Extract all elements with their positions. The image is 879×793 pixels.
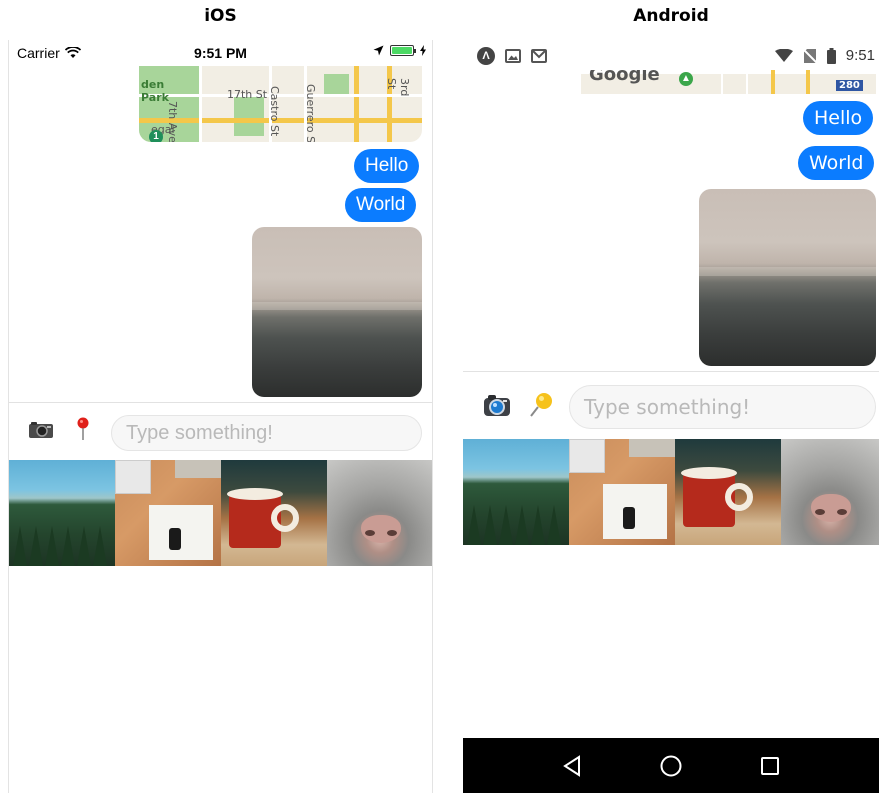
pin-icon[interactable] bbox=[527, 390, 555, 420]
map-message[interactable]: den Park 7th Ave 17th St Castro St Guerr… bbox=[139, 66, 422, 142]
photo-thumb[interactable] bbox=[463, 439, 569, 545]
message-input[interactable]: Type something! bbox=[111, 415, 422, 451]
photo-strip bbox=[9, 460, 432, 566]
charging-icon bbox=[420, 45, 426, 56]
battery-icon bbox=[390, 45, 416, 56]
android-title: Android bbox=[633, 6, 709, 26]
photo-strip bbox=[463, 439, 879, 545]
ios-phone: Carrier 9:51 PM den Park 7th Ave 17th St… bbox=[8, 40, 433, 793]
camera-icon[interactable] bbox=[27, 417, 55, 443]
photo-thumb[interactable] bbox=[569, 439, 675, 545]
ios-clock: 9:51 PM bbox=[194, 45, 247, 61]
message-bubble[interactable]: Hello bbox=[803, 101, 874, 135]
android-nav-bar bbox=[463, 738, 879, 793]
route-sign: 1 bbox=[149, 130, 163, 142]
message-bubble[interactable]: Hello bbox=[354, 149, 420, 183]
mail-notification-icon bbox=[531, 49, 547, 63]
app-notification-icon: Λ bbox=[477, 47, 495, 65]
route-sign: 280 bbox=[836, 80, 863, 91]
photo-thumb[interactable] bbox=[221, 460, 327, 566]
battery-icon bbox=[826, 47, 836, 64]
map-brand: Google bbox=[589, 70, 660, 85]
map-label: Castro St bbox=[268, 86, 281, 137]
photo-thumb[interactable] bbox=[781, 439, 879, 545]
map-label: Park bbox=[141, 91, 169, 104]
photo-thumb[interactable] bbox=[675, 439, 781, 545]
message-input[interactable]: Type something! bbox=[569, 385, 876, 429]
pin-icon[interactable] bbox=[73, 415, 93, 443]
camera-icon[interactable] bbox=[481, 390, 513, 420]
map-label: 17th St bbox=[227, 88, 268, 101]
photo-thumb[interactable] bbox=[327, 460, 432, 566]
back-icon[interactable] bbox=[552, 746, 592, 786]
ios-status-bar: Carrier 9:51 PM bbox=[9, 40, 432, 64]
map-message[interactable]: Google ▲ 280 bbox=[581, 70, 876, 94]
park-marker: ▲ bbox=[679, 72, 693, 86]
location-arrow-icon bbox=[373, 45, 384, 56]
map-label: 3rd St bbox=[385, 78, 411, 97]
image-notification-icon bbox=[505, 49, 521, 63]
image-message[interactable] bbox=[252, 227, 422, 397]
android-input-toolbar: Type something! bbox=[463, 371, 879, 439]
ios-input-toolbar: Type something! bbox=[9, 402, 432, 460]
message-bubble[interactable]: World bbox=[798, 146, 875, 180]
map-label: Guerrero St bbox=[304, 84, 317, 142]
photo-thumb[interactable] bbox=[115, 460, 221, 566]
android-status-bar: Λ 9:51 bbox=[463, 40, 879, 74]
wifi-icon bbox=[774, 48, 793, 62]
home-icon[interactable] bbox=[651, 746, 691, 786]
android-phone: Λ 9:51 Google ▲ 280 Hello World Type som… bbox=[463, 40, 879, 793]
recents-icon[interactable] bbox=[750, 746, 790, 786]
map-label: den bbox=[141, 78, 165, 91]
photo-thumb[interactable] bbox=[9, 460, 115, 566]
ios-title: iOS bbox=[204, 6, 237, 26]
image-message[interactable] bbox=[699, 189, 876, 366]
android-clock: 9:51 bbox=[845, 47, 875, 64]
no-sim-icon bbox=[802, 47, 817, 64]
message-bubble[interactable]: World bbox=[345, 188, 417, 222]
